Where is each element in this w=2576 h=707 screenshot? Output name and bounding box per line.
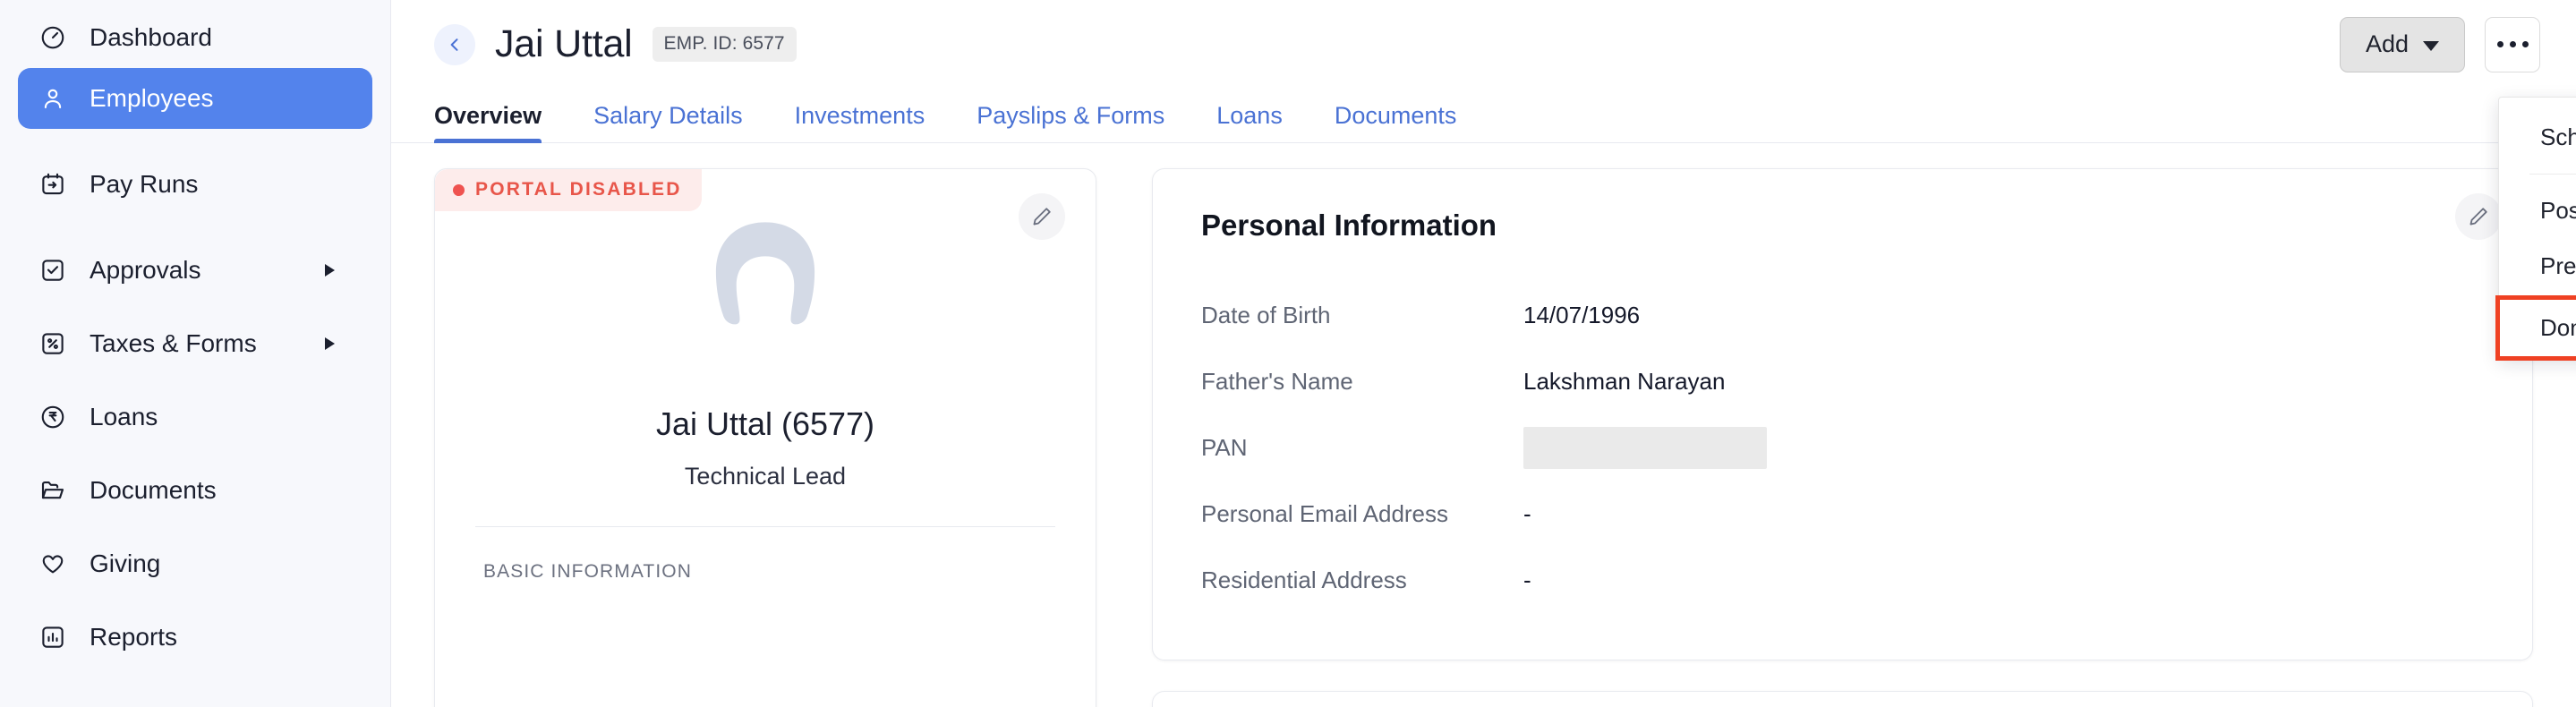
sidebar-spacer — [0, 521, 390, 533]
sidebar-item-label: Giving — [90, 551, 160, 576]
ellipsis-icon — [2510, 41, 2516, 47]
edit-personal-information-button[interactable] — [2455, 193, 2502, 240]
info-key: Father's Name — [1201, 368, 1523, 396]
info-row-pan: PAN — [1201, 414, 2484, 481]
sidebar-spacer — [0, 374, 390, 387]
pencil-icon — [1030, 205, 1053, 228]
sidebar-spacer — [0, 447, 390, 460]
sidebar-item-giving[interactable]: Giving — [18, 533, 372, 594]
sidebar-spacer — [0, 594, 390, 607]
info-value: - — [1523, 500, 1531, 528]
back-button[interactable] — [434, 24, 475, 65]
rupee-circle-icon — [38, 402, 68, 432]
app-root: Dashboard Employees Pay Runs — [0, 0, 2576, 707]
sidebar-item-documents[interactable]: Documents — [18, 460, 372, 521]
menu-item-donation-contribution[interactable]: Donation Contribution — [2499, 299, 2576, 357]
percent-square-icon — [38, 328, 68, 359]
personal-information-title: Personal Information — [1201, 209, 2484, 243]
header-actions: Add — [2340, 17, 2540, 72]
sidebar-item-label: Loans — [90, 405, 158, 430]
status-badge: PORTAL DISABLED — [435, 169, 702, 211]
menu-divider — [2529, 174, 2576, 175]
right-column: Personal Information Date of Birth 14/07… — [1152, 168, 2533, 707]
tab-overview[interactable]: Overview — [434, 104, 542, 142]
check-square-icon — [38, 255, 68, 285]
sidebar-item-loans[interactable]: Loans — [18, 387, 372, 447]
tab-payslips-and-forms[interactable]: Payslips & Forms — [977, 104, 1164, 142]
sidebar: Dashboard Employees Pay Runs — [0, 0, 391, 707]
sidebar-item-label: Employees — [90, 86, 214, 111]
bar-chart-icon — [38, 622, 68, 652]
profile-name: Jai Uttal (6577) — [435, 405, 1096, 443]
info-value: 14/07/1996 — [1523, 302, 1640, 329]
pencil-icon — [2467, 205, 2490, 228]
info-key: Residential Address — [1201, 566, 1523, 594]
more-options-button[interactable] — [2485, 17, 2540, 72]
sidebar-item-label: Dashboard — [90, 25, 212, 50]
ellipsis-icon — [2497, 41, 2503, 47]
sidebar-item-label: Approvals — [90, 258, 201, 283]
sidebar-item-reports[interactable]: Reports — [18, 607, 372, 668]
info-value: Lakshman Narayan — [1523, 368, 1725, 396]
menu-item-scheduled-earning[interactable]: Scheduled Earning — [2499, 110, 2576, 165]
status-dot-icon — [453, 184, 465, 196]
chevron-right-icon — [325, 264, 335, 277]
sidebar-item-pay-runs[interactable]: Pay Runs — [18, 154, 372, 215]
personal-information-card: Personal Information Date of Birth 14/07… — [1152, 168, 2533, 660]
info-key: Personal Email Address — [1201, 500, 1523, 528]
sidebar-spacer — [0, 215, 390, 240]
info-row-date-of-birth: Date of Birth 14/07/1996 — [1201, 282, 2484, 348]
tab-salary-details[interactable]: Salary Details — [593, 104, 743, 142]
edit-profile-button[interactable] — [1019, 193, 1065, 240]
redacted-value — [1523, 427, 1767, 469]
menu-item-post-tax-deduction[interactable]: Post-Tax Deduction — [2499, 183, 2576, 238]
tab-documents[interactable]: Documents — [1335, 104, 1457, 142]
employee-id-badge: EMP. ID: 6577 — [653, 27, 797, 62]
add-button-label: Add — [2366, 30, 2409, 58]
info-row-personal-email-address: Personal Email Address - — [1201, 481, 2484, 547]
menu-item-pre-tax-deduction[interactable]: Pre-Tax Deduction — [2499, 239, 2576, 294]
folder-icon — [38, 475, 68, 506]
sidebar-item-taxes-and-forms[interactable]: Taxes & Forms — [18, 313, 372, 374]
sidebar-item-approvals[interactable]: Approvals — [18, 240, 372, 301]
status-badge-label: PORTAL DISABLED — [475, 179, 682, 200]
chevron-down-icon — [2423, 41, 2439, 51]
tab-investments[interactable]: Investments — [795, 104, 925, 142]
info-key: Date of Birth — [1201, 302, 1523, 329]
employee-profile-card: PORTAL DISABLED Ja — [434, 168, 1096, 707]
sidebar-item-label: Reports — [90, 625, 177, 650]
heart-icon — [38, 549, 68, 579]
gauge-icon — [38, 22, 68, 53]
chevron-right-icon — [325, 337, 335, 350]
info-key: PAN — [1201, 434, 1523, 462]
basic-information-label: BASIC INFORMATION — [435, 527, 1096, 583]
secondary-card — [1152, 691, 2533, 707]
tab-bar: Overview Salary Details Investments Pays… — [391, 89, 2576, 143]
sidebar-item-label: Documents — [90, 478, 217, 503]
sidebar-item-label: Taxes & Forms — [90, 331, 257, 356]
sidebar-item-employees[interactable]: Employees — [18, 68, 372, 129]
info-row-fathers-name: Father's Name Lakshman Narayan — [1201, 348, 2484, 414]
add-dropdown-menu: Scheduled Earning Post-Tax Deduction Pre… — [2498, 97, 2576, 358]
info-value: - — [1523, 566, 1531, 594]
user-icon — [38, 83, 68, 114]
add-button[interactable]: Add — [2340, 17, 2465, 72]
avatar-placeholder-icon — [680, 212, 850, 382]
ellipsis-icon — [2522, 41, 2529, 47]
info-row-residential-address: Residential Address - — [1201, 547, 2484, 613]
tab-loans[interactable]: Loans — [1216, 104, 1283, 142]
page-header: Jai Uttal EMP. ID: 6577 Add — [391, 0, 2576, 89]
sidebar-item-dashboard[interactable]: Dashboard — [18, 7, 372, 68]
profile-role: Technical Lead — [435, 463, 1096, 490]
payrun-icon — [38, 169, 68, 200]
info-value — [1523, 427, 1767, 469]
sidebar-item-label: Pay Runs — [90, 172, 198, 197]
main-content: Jai Uttal EMP. ID: 6577 Add Overview Sal… — [391, 0, 2576, 707]
sidebar-spacer — [0, 301, 390, 313]
chevron-left-icon — [446, 36, 464, 54]
overview-content: PORTAL DISABLED Ja — [391, 143, 2576, 707]
page-title: Jai Uttal — [495, 22, 633, 66]
sidebar-spacer — [0, 129, 390, 154]
